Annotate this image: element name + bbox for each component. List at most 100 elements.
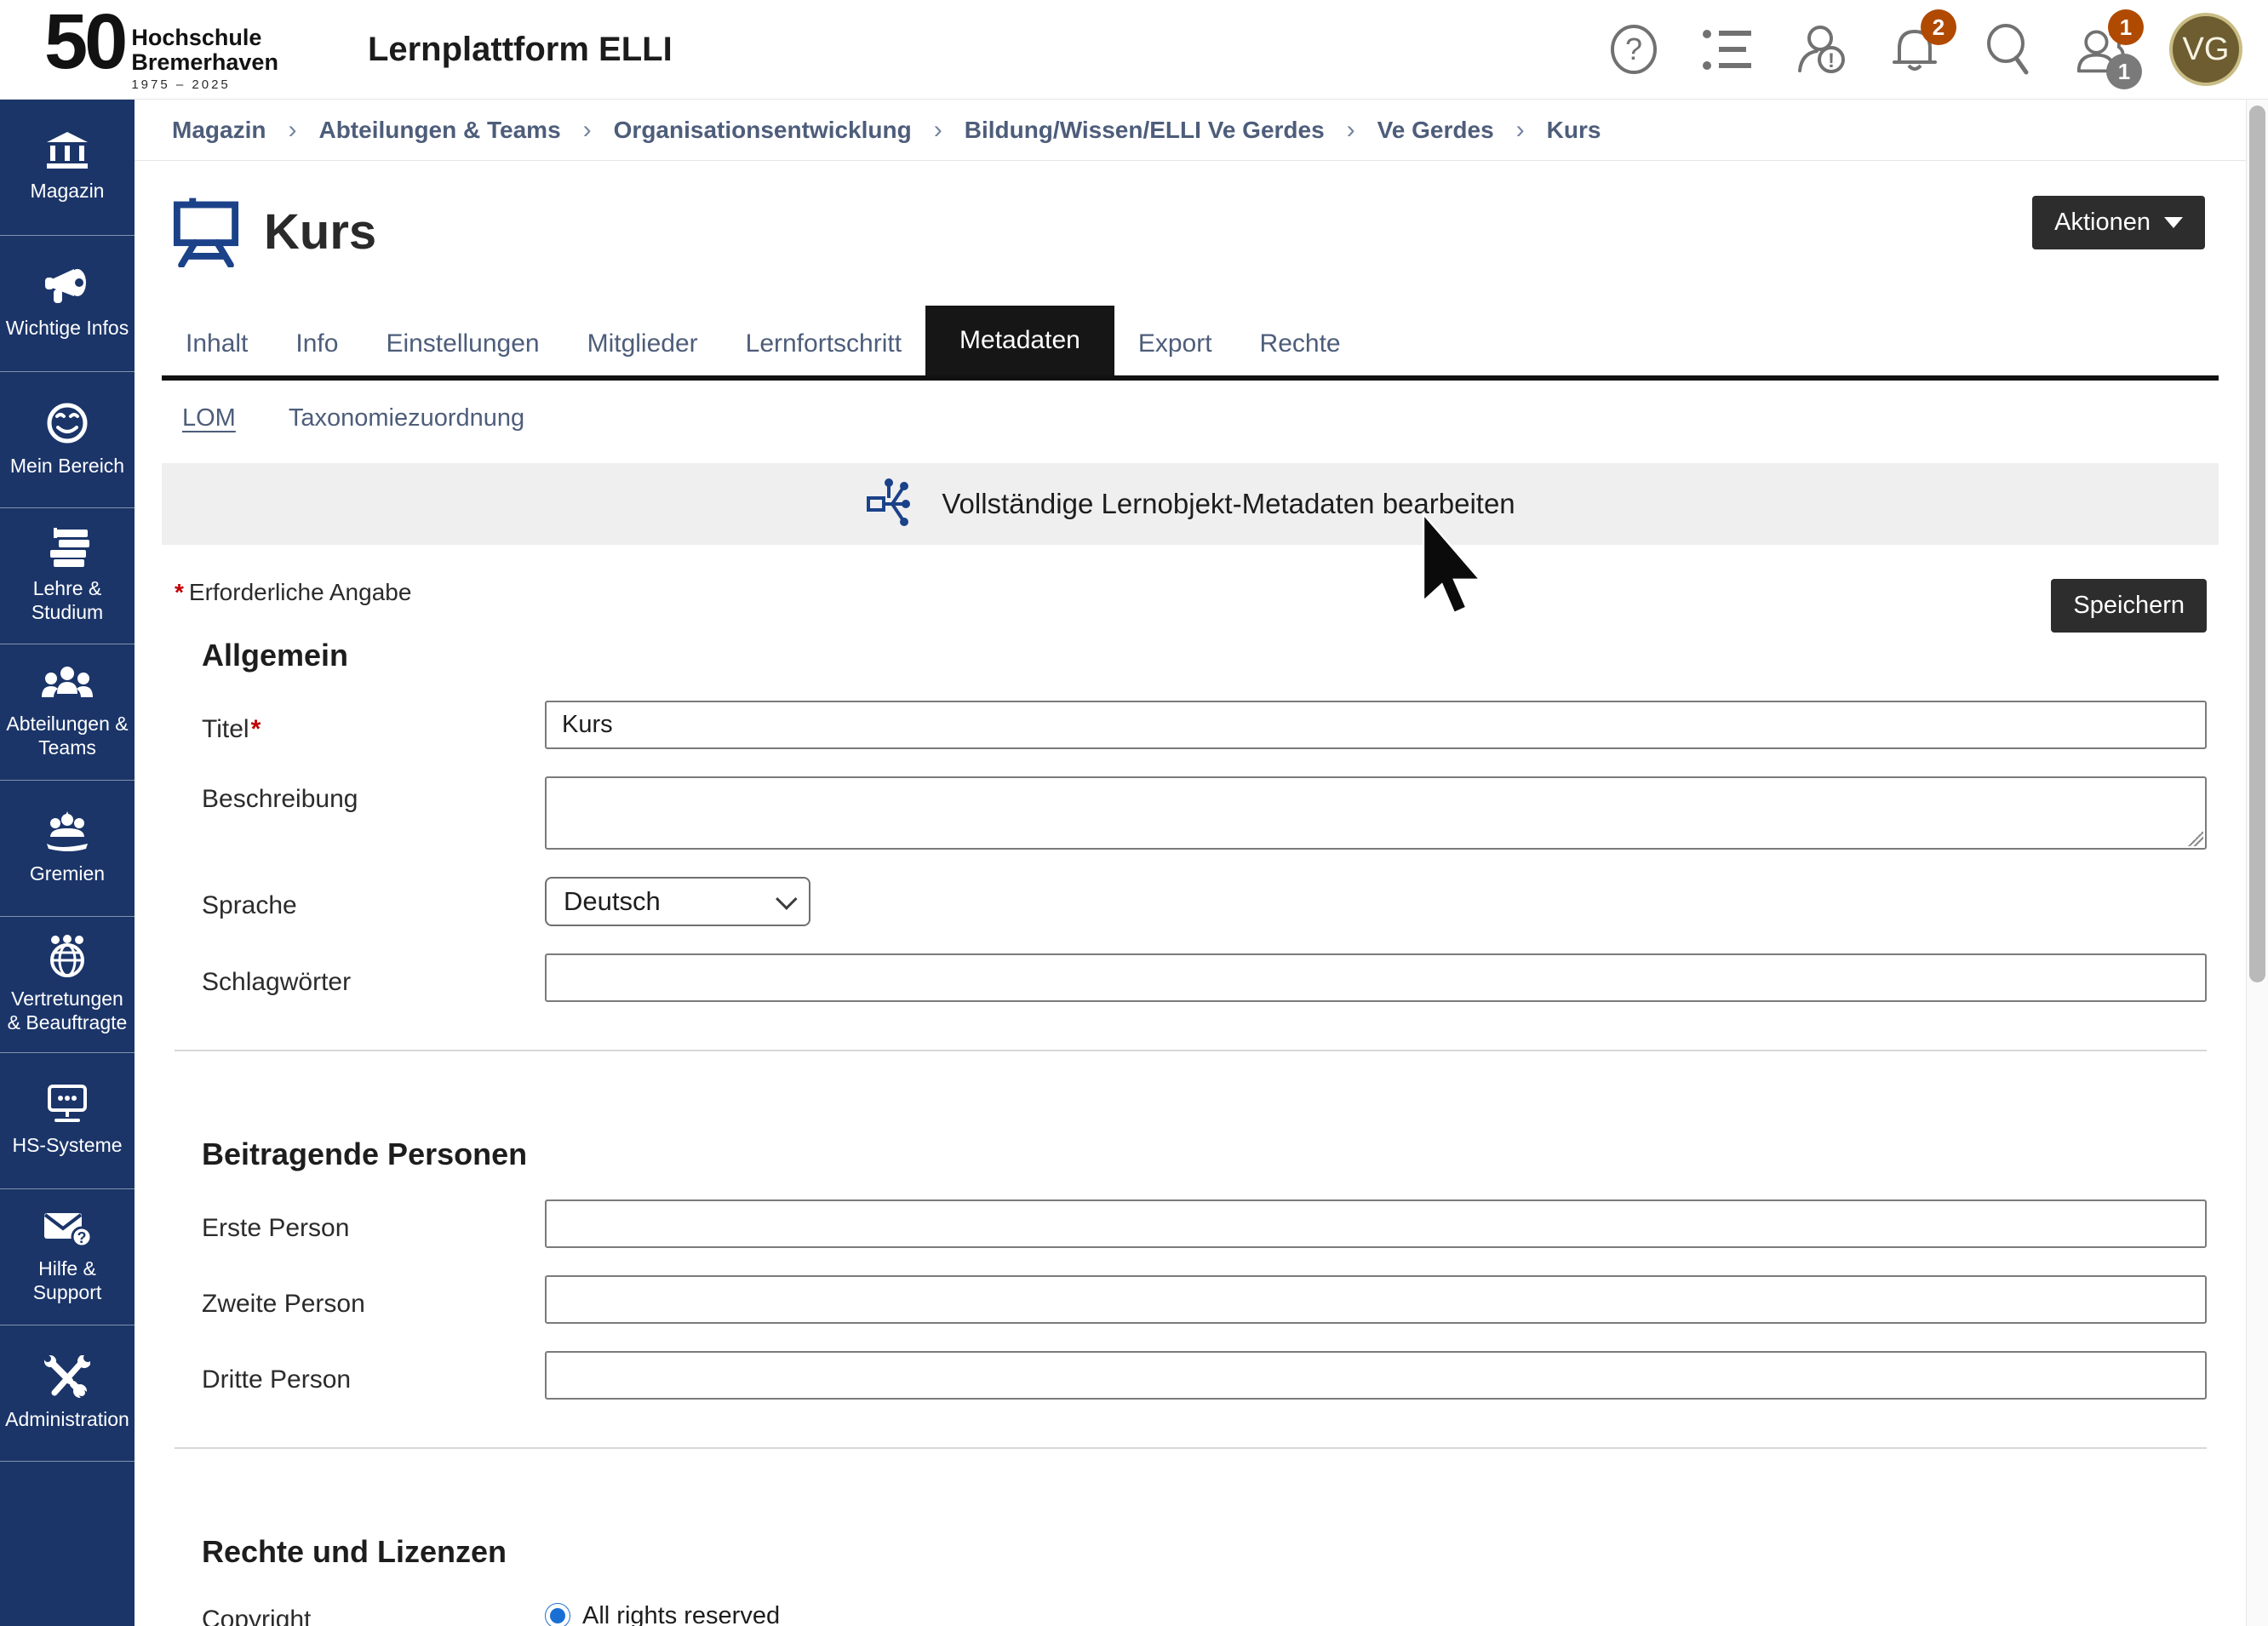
svg-text:!: ! — [1828, 49, 1835, 72]
breadcrumb-magazin[interactable]: Magazin — [172, 117, 266, 144]
field-schlagwoerter: Schlagwörter — [202, 953, 2207, 1002]
course-easel-icon — [170, 196, 242, 267]
breadcrumb-separator: › — [934, 116, 942, 145]
sidebar-item-hs-systeme[interactable]: HS-Systeme — [0, 1053, 135, 1189]
metadata-form: Allgemein Titel* Beschreibung Sprache — [202, 638, 2207, 1626]
erste-person-input[interactable] — [545, 1199, 2207, 1248]
copyright-label: Copyright — [202, 1597, 545, 1626]
sidebar-item-gremien[interactable]: Gremien — [0, 781, 135, 917]
top-header: 50 Hochschule Bremerhaven 1975 – 2025 Le… — [0, 0, 2268, 100]
required-note: *Erforderliche Angabe — [175, 579, 411, 606]
contacts-badge-secondary: 1 — [2106, 54, 2142, 89]
actions-button[interactable]: Aktionen — [2032, 196, 2205, 249]
breadcrumb-organisationsentwicklung[interactable]: Organisationsentwicklung — [614, 117, 912, 144]
copyright-radio[interactable] — [545, 1603, 570, 1626]
tab-lernfortschritt[interactable]: Lernfortschritt — [722, 312, 925, 375]
main-sidebar: Magazin Wichtige Infos Mein Be — [0, 100, 135, 1626]
breadcrumb-bildung-wissen[interactable]: Bildung/Wissen/ELLI Ve Gerdes — [965, 117, 1325, 144]
sidebar-item-wichtige-infos[interactable]: Wichtige Infos — [0, 236, 135, 372]
save-button[interactable]: Speichern — [2051, 579, 2207, 633]
lists-button[interactable] — [1701, 23, 1754, 76]
breadcrumb-separator: › — [583, 116, 592, 145]
breadcrumb-separator: › — [1347, 116, 1355, 145]
sidebar-item-administration[interactable]: Administration — [0, 1325, 135, 1462]
tab-metadaten[interactable]: Metadaten — [925, 306, 1114, 375]
sidebar-item-vertretungen[interactable]: Vertretungen & Beauftragte — [0, 917, 135, 1053]
smiley-icon — [46, 402, 89, 444]
tools-icon — [44, 1355, 90, 1398]
tab-einstellungen[interactable]: Einstellungen — [362, 312, 563, 375]
section-rechte-lizenzen: Rechte und Lizenzen — [202, 1534, 2207, 1570]
metadata-tree-icon — [865, 477, 919, 531]
scrollbar-thumb[interactable] — [2249, 106, 2265, 982]
field-sprache: Sprache Deutsch — [202, 877, 2207, 926]
tab-bar: Inhalt Info Einstellungen Mitglieder Ler… — [162, 306, 2219, 381]
zweite-person-label: Zweite Person — [202, 1281, 545, 1319]
globe-people-icon — [44, 935, 90, 977]
monitor-icon — [44, 1085, 90, 1124]
breadcrumb-kurs[interactable]: Kurs — [1547, 117, 1601, 144]
notifications-badge: 2 — [1921, 9, 1956, 45]
field-zweite-person: Zweite Person — [202, 1275, 2207, 1324]
sidebar-empty-space — [0, 1462, 135, 1626]
logo-line2: Bremerhaven — [131, 50, 278, 75]
logo-line1: Hochschule — [131, 26, 278, 50]
group-icon — [42, 665, 93, 702]
breadcrumb-abteilungen[interactable]: Abteilungen & Teams — [318, 117, 560, 144]
field-copyright: Copyright All rights reserved — [202, 1597, 2207, 1626]
contacts-badge-new: 1 — [2108, 9, 2144, 45]
tab-export[interactable]: Export — [1114, 312, 1236, 375]
edit-full-metadata-banner[interactable]: Vollständige Lernobjekt-Metadaten bearbe… — [162, 463, 2219, 545]
tab-rechte[interactable]: Rechte — [1236, 312, 1365, 375]
megaphone-icon — [43, 267, 91, 306]
help-icon: ? — [1609, 23, 1658, 76]
main-content: Magazin › Abteilungen & Teams › Organisa… — [135, 100, 2268, 1626]
help-button[interactable]: ? — [1607, 23, 1660, 76]
beschreibung-textarea[interactable] — [545, 776, 2207, 850]
sprache-label: Sprache — [202, 883, 545, 920]
breadcrumb-ve-gerdes[interactable]: Ve Gerdes — [1377, 117, 1494, 144]
resize-grip-icon[interactable] — [2188, 831, 2203, 846]
schlagwoerter-input[interactable] — [545, 953, 2207, 1002]
committee-icon — [43, 811, 91, 852]
subtab-taxonomiezuordnung[interactable]: Taxonomiezuordnung — [289, 404, 524, 432]
sidebar-item-lehre-studium[interactable]: Lehre & Studium — [0, 508, 135, 644]
tab-info[interactable]: Info — [272, 312, 362, 375]
bullet-list-icon — [1702, 27, 1753, 72]
form-action-row: *Erforderliche Angabe Speichern — [175, 579, 2207, 633]
beschreibung-label: Beschreibung — [202, 776, 545, 814]
search-icon — [1984, 23, 2033, 76]
sprache-select[interactable]: Deutsch — [545, 877, 810, 926]
university-logo[interactable]: 50 Hochschule Bremerhaven 1975 – 2025 — [44, 7, 278, 92]
notifications-button[interactable]: 2 — [1888, 23, 1941, 76]
section-divider — [175, 1050, 2207, 1051]
sidebar-item-mein-bereich[interactable]: Mein Bereich — [0, 372, 135, 508]
field-titel: Titel* — [202, 701, 2207, 749]
titel-input[interactable] — [545, 701, 2207, 749]
subtab-bar: LOM Taxonomiezuordnung — [182, 404, 2246, 432]
banner-label: Vollständige Lernobjekt-Metadaten bearbe… — [942, 488, 1515, 520]
vertical-scrollbar[interactable] — [2246, 100, 2268, 1626]
header-icon-bar: ? ! — [1607, 13, 2268, 86]
page-header: Kurs — [170, 195, 2246, 268]
section-allgemein: Allgemein — [202, 638, 2207, 673]
sidebar-item-magazin[interactable]: Magazin — [0, 100, 135, 236]
user-alert-icon: ! — [1795, 23, 1847, 76]
mail-question-icon: ? — [43, 1210, 92, 1247]
field-dritte-person: Dritte Person — [202, 1351, 2207, 1400]
page-title: Kurs — [264, 203, 376, 261]
tab-inhalt[interactable]: Inhalt — [162, 312, 272, 375]
avatar[interactable]: VG — [2169, 13, 2242, 86]
books-icon — [43, 528, 91, 567]
dritte-person-input[interactable] — [545, 1351, 2207, 1400]
search-button[interactable] — [1982, 23, 2035, 76]
contacts-button[interactable]: 1 1 — [2076, 23, 2128, 76]
awareness-button[interactable]: ! — [1795, 23, 1847, 76]
section-beitragende-personen: Beitragende Personen — [202, 1136, 2207, 1172]
subtab-lom[interactable]: LOM — [182, 404, 236, 432]
sidebar-item-abteilungen-teams[interactable]: Abteilungen & Teams — [0, 644, 135, 781]
tab-mitglieder[interactable]: Mitglieder — [564, 312, 722, 375]
zweite-person-input[interactable] — [545, 1275, 2207, 1324]
sidebar-item-hilfe-support[interactable]: ? Hilfe & Support — [0, 1189, 135, 1325]
logo-50-mark: 50 — [44, 7, 124, 77]
